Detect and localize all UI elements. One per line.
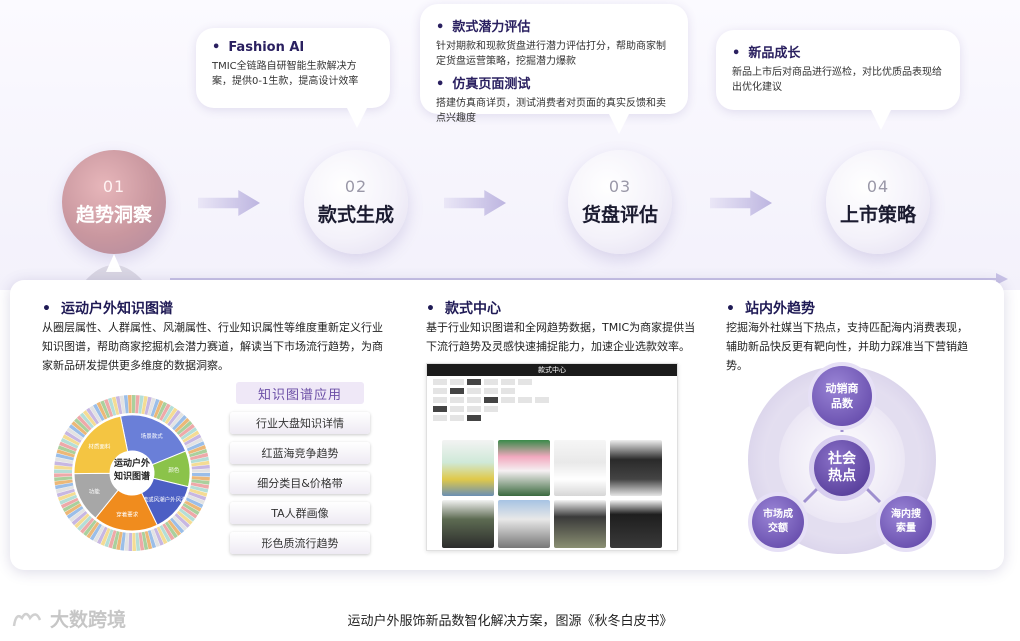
donut-outer-stripe bbox=[132, 532, 137, 551]
app-ta-portrait[interactable]: TA人群画像 bbox=[230, 502, 370, 524]
filter-row bbox=[433, 415, 671, 421]
donut-segment-label: 场景款式 bbox=[141, 432, 164, 440]
step-trend-insight: 01 趋势洞察 bbox=[62, 150, 166, 254]
filter-row bbox=[433, 388, 671, 394]
step-label: 款式生成 bbox=[317, 204, 394, 226]
app-category-price[interactable]: 细分类目&价格带 bbox=[230, 472, 370, 494]
step-launch-strategy: 04 上市策略 bbox=[826, 150, 930, 254]
donut-outer-stripe bbox=[132, 395, 136, 414]
donut-outer-stripe bbox=[128, 532, 132, 551]
trend-center-node: 社会热点 bbox=[814, 440, 870, 496]
step-number: 01 bbox=[102, 177, 126, 196]
step-style-generation: 02 款式生成 bbox=[304, 150, 408, 254]
product-image[interactable] bbox=[610, 500, 662, 548]
bubble-title: 款式潜力评估 bbox=[436, 16, 672, 35]
bubble-text: 新品上市后对商品进行巡检，对比优质品表现给出优化建议 bbox=[732, 67, 942, 93]
step-number: 03 bbox=[608, 177, 632, 196]
pointer-icon bbox=[84, 254, 144, 282]
bubble-text-2: 搭建仿真商详页，测试消费者对页面的真实反馈和卖点兴趣度 bbox=[436, 98, 666, 124]
donut-segment-label: 颜色 bbox=[168, 466, 180, 474]
app-industry-detail[interactable]: 行业大盘知识详情 bbox=[230, 412, 370, 434]
trend-top-node: 动销商品数 bbox=[812, 366, 872, 426]
product-image[interactable] bbox=[610, 440, 662, 496]
product-image[interactable] bbox=[442, 440, 494, 496]
trend-left-node: 市场成交额 bbox=[752, 496, 804, 548]
trend-center-label: 社会热点 bbox=[828, 451, 856, 484]
app-shape-color-trend[interactable]: 形色质流行趋势 bbox=[230, 532, 370, 554]
bubble-title: Fashion AI bbox=[212, 40, 374, 55]
figure-caption: 运动户外服饰新品数智化解决方案，图源《秋冬白皮书》 bbox=[347, 614, 673, 629]
filter-row bbox=[433, 379, 671, 385]
donut-outer-stripe bbox=[191, 468, 210, 473]
filter-row bbox=[433, 406, 671, 412]
bubble-title: 新品成长 bbox=[732, 42, 944, 61]
bubble-fashion-ai: Fashion AI TMIC全链路自研智能生款解决方案，提供0-1生款，提高设… bbox=[196, 28, 390, 128]
donut-segment-label: 功能 bbox=[89, 487, 101, 495]
knowledge-app-title: 知识图谱应用 bbox=[236, 382, 364, 404]
trend-right-label: 海内搜索量 bbox=[891, 509, 921, 534]
store-header-title: 款式中心 bbox=[538, 366, 566, 374]
step-assortment-evaluation: 03 货盘评估 bbox=[568, 150, 672, 254]
store-header-bar: 款式中心 bbox=[427, 364, 677, 376]
product-image[interactable] bbox=[498, 440, 550, 496]
style-center-text: 基于行业知识图谱和全网趋势数据，TMIC为商家提供当下流行趋势及灵感快速捕捉能力… bbox=[426, 321, 696, 353]
trend-left-label: 市场成交额 bbox=[763, 509, 793, 534]
donut-segment-label: 材质面料 bbox=[88, 443, 111, 451]
product-image[interactable] bbox=[498, 500, 550, 548]
donut-segment-label: 流或风潮户外风潮 bbox=[143, 495, 188, 503]
knowledge-title: 运动户外知识图谱 bbox=[42, 298, 173, 318]
donut-outer-stripe bbox=[54, 469, 73, 473]
bubble-new-growth: 新品成长 新品上市后对商品进行巡检，对比优质品表现给出优化建议 bbox=[716, 30, 960, 130]
product-image[interactable] bbox=[554, 500, 606, 548]
step-label: 货盘评估 bbox=[581, 204, 658, 226]
trend-right-node: 海内搜索量 bbox=[880, 496, 932, 548]
step-number: 04 bbox=[866, 177, 890, 196]
trend-top-label: 动销商品数 bbox=[825, 382, 859, 410]
bubble-text: 针对期款和现款货盘进行潜力评估打分，帮助商家制定货盘运营策略，挖掘潜力爆款 bbox=[436, 41, 666, 67]
donut-outer-stripe bbox=[54, 473, 73, 478]
style-center-title: 款式中心 bbox=[426, 298, 501, 318]
bubble-text: TMIC全链路自研智能生款解决方案，提供0-1生款，提高设计效率 bbox=[212, 61, 359, 87]
product-image[interactable] bbox=[554, 440, 606, 496]
step-label: 上市策略 bbox=[839, 204, 916, 226]
product-image[interactable] bbox=[442, 500, 494, 548]
trends-title: 站内外趋势 bbox=[726, 298, 815, 318]
app-competition-trend[interactable]: 红蓝海竞争趋势 bbox=[230, 442, 370, 464]
step-label: 趋势洞察 bbox=[75, 204, 152, 226]
donut-outer-stripe bbox=[191, 473, 210, 477]
donut-segment-label: 穿着要求 bbox=[116, 511, 139, 519]
filter-row bbox=[433, 397, 671, 403]
bubble-evaluation: 款式潜力评估 针对期款和现款货盘进行潜力评估打分，帮助商家制定货盘运营策略，挖掘… bbox=[420, 4, 688, 134]
knowledge-text: 从圈层属性、人群属性、风潮属性、行业知识属性等维度重新定义行业知识图谱，帮助商家… bbox=[42, 321, 383, 372]
bubble-title-2: 仿真页面测试 bbox=[436, 73, 672, 92]
donut-center-label: 运动户外知识图谱 bbox=[113, 459, 150, 482]
donut-outer-stripe bbox=[127, 395, 132, 414]
step-number: 02 bbox=[344, 177, 368, 196]
